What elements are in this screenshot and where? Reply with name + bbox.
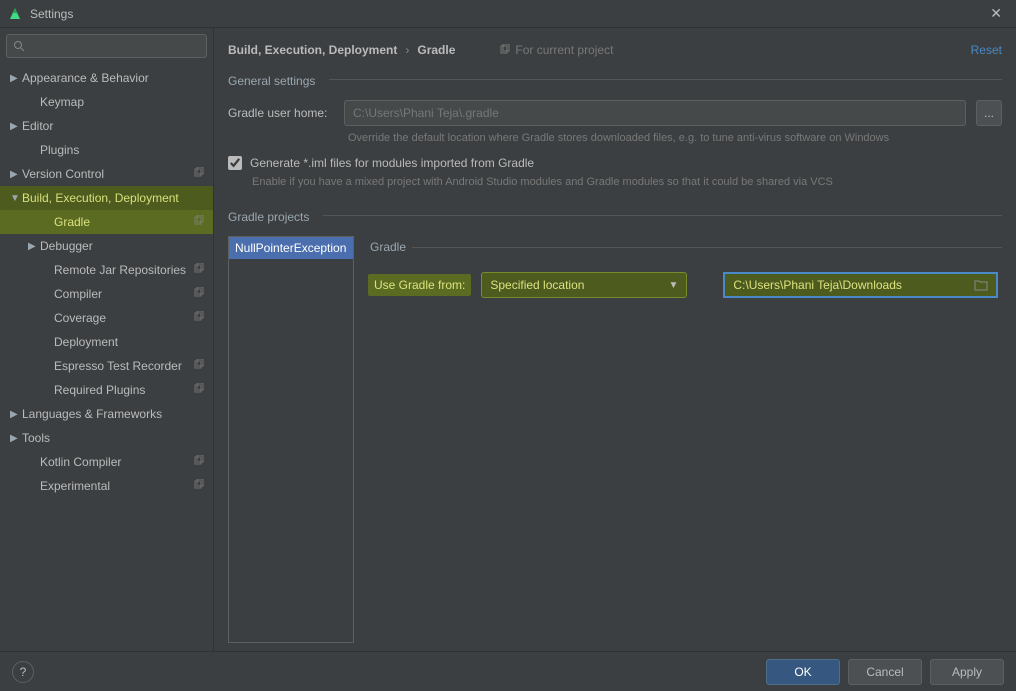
sidebar-item-coverage[interactable]: Coverage: [0, 306, 213, 330]
apply-button[interactable]: Apply: [930, 659, 1004, 685]
user-home-hint: Override the default location where Grad…: [214, 132, 1016, 150]
sidebar-item-kotlin-compiler[interactable]: Kotlin Compiler: [0, 450, 213, 474]
sidebar-item-label: Deployment: [54, 335, 213, 349]
sidebar-item-editor[interactable]: ▶Editor: [0, 114, 213, 138]
copy-small-icon: [193, 287, 207, 301]
search-icon: [13, 40, 25, 52]
breadcrumb-root[interactable]: Build, Execution, Deployment: [228, 43, 397, 57]
ok-button[interactable]: OK: [766, 659, 840, 685]
sidebar-item-label: Coverage: [54, 311, 193, 325]
copy-small-icon: [499, 44, 511, 56]
close-icon[interactable]: ✕: [984, 3, 1008, 24]
copy-small-icon: [193, 383, 207, 397]
generate-iml-label: Generate *.iml files for modules importe…: [250, 156, 534, 170]
chevron-right-icon: ▶: [10, 73, 22, 84]
sidebar-item-label: Plugins: [40, 143, 213, 157]
sidebar-item-deployment[interactable]: Deployment: [0, 330, 213, 354]
copy-small-icon: [193, 359, 207, 373]
settings-tree: ▶Appearance & BehaviorKeymap▶EditorPlugi…: [0, 64, 213, 651]
sidebar-item-label: Gradle: [54, 215, 193, 229]
breadcrumb: Build, Execution, Deployment › Gradle: [228, 43, 455, 57]
sidebar-item-keymap[interactable]: Keymap: [0, 90, 213, 114]
use-gradle-from-dropdown[interactable]: Specified location ▼: [481, 272, 687, 298]
sidebar-item-label: Editor: [22, 119, 213, 133]
breadcrumb-leaf: Gradle: [417, 43, 455, 57]
sidebar-item-label: Tools: [22, 431, 213, 445]
copy-small-icon: [193, 311, 207, 325]
generate-iml-hint: Enable if you have a mixed project with …: [214, 176, 1016, 194]
section-general-settings: General settings: [214, 64, 329, 94]
sidebar-item-plugins[interactable]: Plugins: [0, 138, 213, 162]
chevron-right-icon: ▶: [28, 241, 40, 252]
chevron-right-icon: ▶: [10, 169, 22, 180]
copy-small-icon: [193, 263, 207, 277]
sidebar-item-label: Remote Jar Repositories: [54, 263, 193, 277]
use-gradle-from-label: Use Gradle from:: [368, 274, 471, 296]
sidebar-item-label: Espresso Test Recorder: [54, 359, 193, 373]
sidebar-item-label: Languages & Frameworks: [22, 407, 213, 421]
section-gradle-detail: Gradle: [364, 236, 406, 258]
scope-label: For current project: [499, 43, 613, 57]
sidebar-item-label: Required Plugins: [54, 383, 193, 397]
sidebar-item-label: Experimental: [40, 479, 193, 493]
sidebar-item-tools[interactable]: ▶Tools: [0, 426, 213, 450]
sidebar-item-label: Debugger: [40, 239, 213, 253]
project-item[interactable]: NullPointerException: [229, 237, 353, 259]
copy-small-icon: [193, 167, 207, 181]
reset-link[interactable]: Reset: [971, 43, 1002, 57]
chevron-right-icon: ▶: [10, 409, 22, 420]
sidebar-item-espresso-test-recorder[interactable]: Espresso Test Recorder: [0, 354, 213, 378]
sidebar-item-version-control[interactable]: ▶Version Control: [0, 162, 213, 186]
gradle-location-input[interactable]: C:\Users\Phani Teja\Downloads: [723, 272, 998, 298]
chevron-right-icon: ▶: [10, 433, 22, 444]
android-studio-icon: [8, 7, 22, 21]
gradle-projects-list[interactable]: NullPointerException: [228, 236, 354, 643]
sidebar-item-gradle[interactable]: Gradle: [0, 210, 213, 234]
gradle-user-home-label: Gradle user home:: [228, 106, 334, 120]
chevron-down-icon: ▼: [668, 280, 678, 291]
sidebar-item-languages-frameworks[interactable]: ▶Languages & Frameworks: [0, 402, 213, 426]
sidebar-item-label: Version Control: [22, 167, 193, 181]
help-button[interactable]: ?: [12, 661, 34, 683]
sidebar-item-required-plugins[interactable]: Required Plugins: [0, 378, 213, 402]
settings-content: Build, Execution, Deployment › Gradle Fo…: [214, 28, 1016, 651]
generate-iml-checkbox[interactable]: [228, 156, 242, 170]
settings-search[interactable]: [6, 34, 207, 58]
gradle-user-home-input[interactable]: C:\Users\Phani Teja\.gradle: [344, 100, 966, 126]
sidebar-item-label: Compiler: [54, 287, 193, 301]
dialog-footer: ? OK Cancel Apply: [0, 651, 1016, 691]
copy-small-icon: [193, 215, 207, 229]
sidebar-item-label: Kotlin Compiler: [40, 455, 193, 469]
sidebar-item-build-execution-deployment[interactable]: ▼Build, Execution, Deployment: [0, 186, 213, 210]
sidebar-item-remote-jar-repositories[interactable]: Remote Jar Repositories: [0, 258, 213, 282]
sidebar-item-debugger[interactable]: ▶Debugger: [0, 234, 213, 258]
copy-small-icon: [193, 455, 207, 469]
cancel-button[interactable]: Cancel: [848, 659, 922, 685]
chevron-down-icon: ▼: [10, 193, 22, 204]
sidebar-item-appearance-behavior[interactable]: ▶Appearance & Behavior: [0, 66, 213, 90]
search-input[interactable]: [25, 39, 200, 53]
sidebar-item-label: Appearance & Behavior: [22, 71, 213, 85]
chevron-right-icon: ›: [405, 43, 409, 57]
sidebar-item-label: Build, Execution, Deployment: [22, 191, 213, 205]
sidebar-item-label: Keymap: [40, 95, 213, 109]
sidebar-item-experimental[interactable]: Experimental: [0, 474, 213, 498]
copy-small-icon: [193, 479, 207, 493]
settings-sidebar: ▶Appearance & BehaviorKeymap▶EditorPlugi…: [0, 28, 214, 651]
browse-user-home-button[interactable]: ...: [976, 100, 1002, 126]
folder-icon[interactable]: [974, 279, 988, 291]
sidebar-item-compiler[interactable]: Compiler: [0, 282, 213, 306]
chevron-right-icon: ▶: [10, 121, 22, 132]
window-title: Settings: [30, 7, 984, 21]
section-gradle-projects: Gradle projects: [214, 200, 323, 230]
